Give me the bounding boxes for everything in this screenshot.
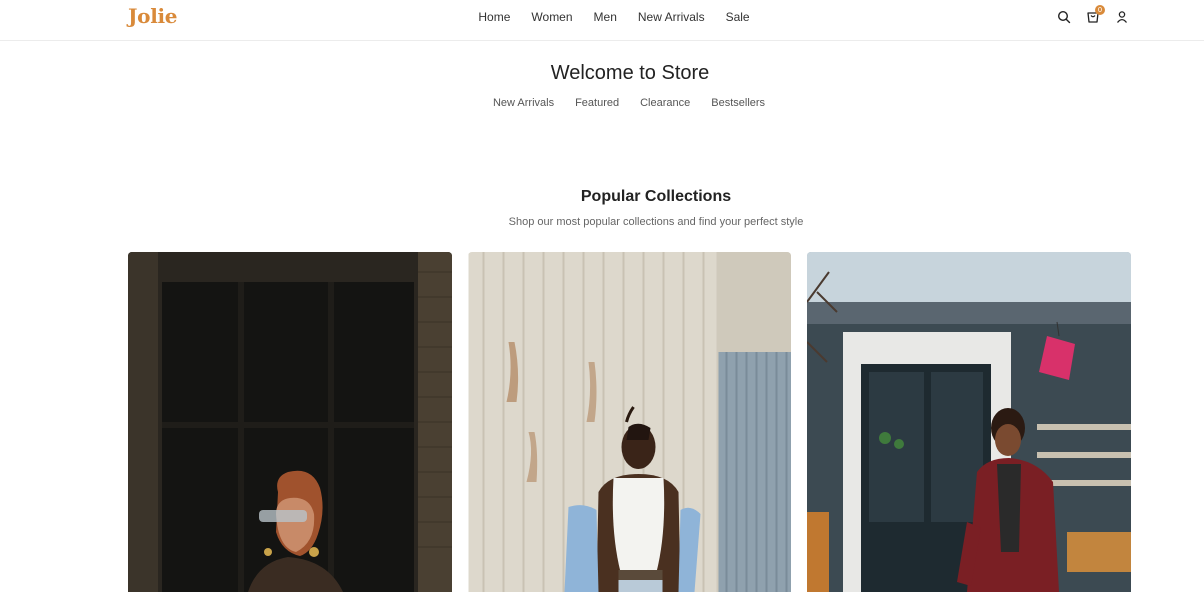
- collection-card[interactable]: [807, 252, 1131, 592]
- nav-item-women[interactable]: Women: [531, 10, 572, 24]
- page-title: Welcome to Store: [550, 62, 710, 84]
- cart-count-badge: 0: [1095, 5, 1105, 15]
- nav-item-sale[interactable]: Sale: [726, 10, 750, 24]
- hero-links: New Arrivals Featured Clearance Bestsell…: [0, 97, 1204, 109]
- cart-icon[interactable]: 0: [1085, 5, 1105, 26]
- main-nav: Home Women Men New Arrivals Sale: [0, 10, 1204, 24]
- collection-card[interactable]: [468, 252, 791, 592]
- man-white-tank-top-photo: [468, 252, 791, 592]
- search-icon[interactable]: [1056, 9, 1073, 26]
- header-icons: 0: [1056, 5, 1131, 26]
- hero-link-new-arrivals[interactable]: New Arrivals: [493, 97, 554, 109]
- hero-link-bestsellers[interactable]: Bestsellers: [711, 97, 765, 109]
- user-icon[interactable]: [1114, 9, 1131, 26]
- hero-link-featured[interactable]: Featured: [575, 97, 619, 109]
- collections-title: Popular Collections: [580, 188, 732, 205]
- nav-item-home[interactable]: Home: [478, 10, 510, 24]
- site-header: Jolie Home Women Men New Arrivals Sale 0: [0, 0, 1204, 41]
- hero-link-clearance[interactable]: Clearance: [640, 97, 690, 109]
- collection-card[interactable]: [128, 252, 452, 592]
- nav-item-men[interactable]: Men: [594, 10, 617, 24]
- nav-item-new-arrivals[interactable]: New Arrivals: [638, 10, 705, 24]
- collections-subtitle: Shop our most popular collections and fi…: [508, 216, 804, 228]
- woman-red-coat-storefront-photo: [807, 252, 1131, 592]
- woman-with-sunglasses-photo: [128, 252, 452, 592]
